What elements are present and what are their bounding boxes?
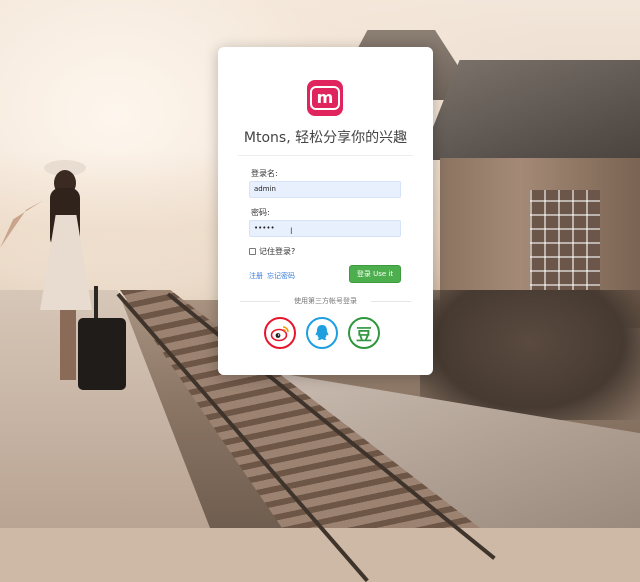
login-card: m Mtons, 轻松分享你的兴趣 登录名: admin 密码: ••••• I…: [218, 47, 433, 375]
account-links: 注册 忘记密码: [249, 271, 295, 281]
username-label: 登录名:: [251, 169, 278, 178]
weibo-login-button[interactable]: [264, 317, 296, 349]
login-title: Mtons, 轻松分享你的兴趣: [243, 130, 408, 146]
username-input[interactable]: admin: [249, 181, 401, 198]
forgot-password-link[interactable]: 忘记密码: [267, 271, 295, 281]
title-divider: [238, 155, 413, 156]
remember-login[interactable]: 记住登录?: [249, 246, 295, 257]
qq-icon: [315, 325, 329, 340]
weibo-icon: [270, 326, 289, 342]
password-label: 密码:: [251, 208, 270, 217]
password-input[interactable]: •••••: [249, 220, 401, 237]
register-link[interactable]: 注册: [249, 271, 263, 281]
mtons-logo-icon: m: [307, 80, 343, 116]
douban-icon: 豆: [355, 325, 372, 344]
douban-login-button[interactable]: 豆: [348, 317, 380, 349]
login-button[interactable]: 登录 Use it: [349, 265, 401, 283]
remember-checkbox[interactable]: [249, 248, 256, 255]
third-party-label: 使用第三方帐号登录: [294, 297, 357, 305]
suitcase: [78, 318, 126, 390]
remember-label: 记住登录?: [259, 247, 296, 256]
qq-login-button[interactable]: [306, 317, 338, 349]
text-cursor-icon: I: [290, 227, 293, 237]
